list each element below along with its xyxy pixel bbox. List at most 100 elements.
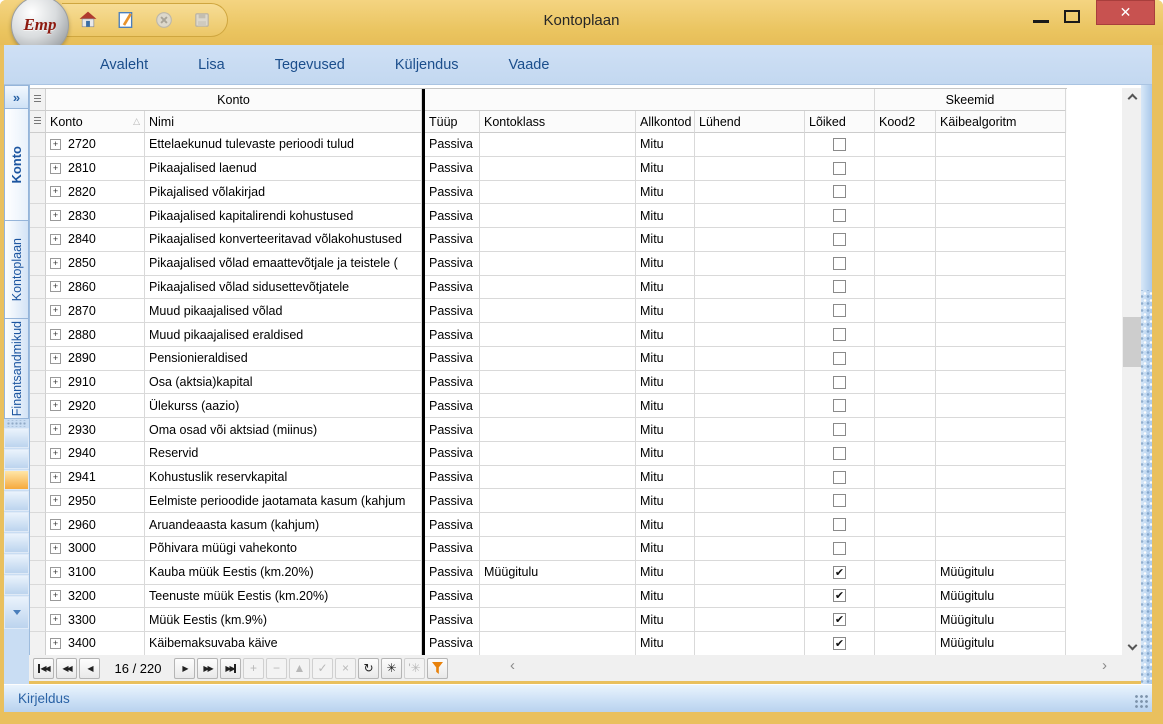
table-row[interactable]: +2910Osa (aktsia)kapitalPassivaMitu	[30, 371, 1067, 395]
expand-plus-icon[interactable]: +	[50, 448, 61, 459]
sidebar-strip[interactable]	[4, 512, 29, 532]
expand-plus-icon[interactable]: +	[50, 495, 61, 506]
menu-tab-vaade[interactable]: Vaade	[499, 53, 560, 77]
checkbox[interactable]	[833, 423, 846, 436]
expand-plus-icon[interactable]: +	[50, 258, 61, 269]
sidebar-strip[interactable]	[4, 491, 29, 511]
checkbox[interactable]: ✔	[833, 589, 846, 602]
sidebar-strip[interactable]	[4, 575, 29, 595]
checkbox[interactable]	[833, 257, 846, 270]
table-row[interactable]: +3400Käibemaksuvaba käivePassivaMitu✔Müü…	[30, 632, 1067, 656]
expand-plus-icon[interactable]: +	[50, 186, 61, 197]
sidebar-strip[interactable]	[4, 470, 29, 490]
nav-prev-page-button[interactable]: ◀◀	[56, 658, 77, 679]
scroll-down-icon[interactable]	[1122, 637, 1142, 653]
table-row[interactable]: +2880Muud pikaajalised eraldisedPassivaM…	[30, 323, 1067, 347]
nav-next-page-button[interactable]: ▶▶	[197, 658, 218, 679]
table-row[interactable]: +2810Pikaajalised laenudPassivaMitu	[30, 157, 1067, 181]
expand-plus-icon[interactable]: +	[50, 329, 61, 340]
checkbox[interactable]	[833, 304, 846, 317]
column-header-tyyp[interactable]: Tüüp	[425, 111, 480, 133]
table-row[interactable]: +2941Kohustuslik reservkapitalPassivaMit…	[30, 466, 1067, 490]
checkbox[interactable]	[833, 376, 846, 389]
sidebar-strip[interactable]	[4, 449, 29, 469]
checkbox[interactable]	[833, 518, 846, 531]
column-header-lyhend[interactable]: Lühend	[695, 111, 805, 133]
checkbox[interactable]: ✔	[833, 613, 846, 626]
sidebar-strip[interactable]	[4, 533, 29, 553]
nav-first-button[interactable]: ◀◀	[33, 658, 54, 679]
table-row[interactable]: +3100Kauba müük Eestis (km.20%)PassivaMü…	[30, 561, 1067, 585]
table-row[interactable]: +2920Ülekurss (aazio)PassivaMitu	[30, 394, 1067, 418]
expand-plus-icon[interactable]: +	[50, 163, 61, 174]
scroll-up-icon[interactable]	[1122, 90, 1142, 106]
checkbox[interactable]: ✔	[833, 637, 846, 650]
table-row[interactable]: +2960Aruandeaasta kasum (kahjum)PassivaM…	[30, 513, 1067, 537]
checkbox[interactable]	[833, 328, 846, 341]
table-row[interactable]: +2890PensionieraldisedPassivaMitu	[30, 347, 1067, 371]
checkbox[interactable]	[833, 209, 846, 222]
column-header-konto[interactable]: Konto△	[46, 111, 145, 133]
expand-plus-icon[interactable]: +	[50, 353, 61, 364]
table-row[interactable]: +2930Oma osad või aktsiad (miinus)Passiv…	[30, 418, 1067, 442]
checkbox[interactable]	[833, 471, 846, 484]
expand-plus-icon[interactable]: +	[50, 139, 61, 150]
nav-filter-all-button[interactable]: ✳	[381, 658, 402, 679]
expand-plus-icon[interactable]: +	[50, 638, 61, 649]
nav-last-button[interactable]: ▶▶	[220, 658, 241, 679]
column-chooser-icon[interactable]	[30, 111, 46, 133]
sidebar-collapse-strip[interactable]	[4, 596, 29, 629]
sidebar-tab-konto[interactable]: Konto	[4, 109, 29, 221]
checkbox[interactable]	[833, 233, 846, 246]
expand-plus-icon[interactable]: +	[50, 424, 61, 435]
sidebar-strip[interactable]	[4, 428, 29, 448]
checkbox[interactable]	[833, 542, 846, 555]
nav-filter-button[interactable]	[427, 658, 448, 679]
expand-plus-icon[interactable]: +	[50, 377, 61, 388]
table-row[interactable]: +2820Pikajalised võlakirjadPassivaMitu	[30, 181, 1067, 205]
expand-plus-icon[interactable]: +	[50, 400, 61, 411]
table-row[interactable]: +3200Teenuste müük Eestis (km.20%)Passiv…	[30, 585, 1067, 609]
checkbox[interactable]	[833, 162, 846, 175]
table-row[interactable]: +2870Muud pikaajalised võladPassivaMitu	[30, 299, 1067, 323]
expand-plus-icon[interactable]: +	[50, 472, 61, 483]
home-icon[interactable]	[78, 10, 98, 30]
menu-tab-lisa[interactable]: Lisa	[188, 53, 235, 77]
menu-tab-küljendus[interactable]: Küljendus	[385, 53, 469, 77]
table-row[interactable]: +2940ReservidPassivaMitu	[30, 442, 1067, 466]
resize-grip-icon[interactable]	[1135, 695, 1149, 709]
close-button[interactable]: ✕	[1096, 0, 1155, 25]
expand-plus-icon[interactable]: +	[50, 543, 61, 554]
table-row[interactable]: +2860Pikaajalised võlad sidusettevõtjate…	[30, 276, 1067, 300]
column-header-allkontod[interactable]: Allkontod	[636, 111, 695, 133]
menu-tab-tegevused[interactable]: Tegevused	[265, 53, 355, 77]
column-header-kaibealgoritm[interactable]: Käibealgoritm	[936, 111, 1066, 133]
sidebar-expand-button[interactable]: »	[4, 85, 29, 109]
table-row[interactable]: +2830Pikaajalised kapitalirendi kohustus…	[30, 204, 1067, 228]
expand-plus-icon[interactable]: +	[50, 281, 61, 292]
nav-refresh-button[interactable]: ↻	[358, 658, 379, 679]
checkbox[interactable]	[833, 352, 846, 365]
table-row[interactable]: +2720Ettelaekunud tulevaste perioodi tul…	[30, 133, 1067, 157]
expand-plus-icon[interactable]: +	[50, 519, 61, 530]
maximize-button[interactable]	[1062, 8, 1082, 24]
edit-icon[interactable]	[116, 10, 136, 30]
vertical-scrollbar[interactable]	[1122, 88, 1142, 655]
table-row[interactable]: +3000Põhivara müügi vahekontoPassivaMitu	[30, 537, 1067, 561]
checkbox[interactable]	[833, 494, 846, 507]
expand-plus-icon[interactable]: +	[50, 305, 61, 316]
sidebar-splitter[interactable]	[7, 420, 26, 427]
hscroll-left-icon[interactable]: ‹	[510, 657, 515, 674]
minimize-button[interactable]	[1030, 18, 1052, 24]
expand-plus-icon[interactable]: +	[50, 567, 61, 578]
hscroll-right-icon[interactable]: ›	[1102, 657, 1107, 674]
nav-next-button[interactable]: ▶	[174, 658, 195, 679]
expand-plus-icon[interactable]: +	[50, 614, 61, 625]
column-header-kood2[interactable]: Kood2	[875, 111, 936, 133]
checkbox[interactable]	[833, 399, 846, 412]
band-skeemid[interactable]: Skeemid	[875, 89, 1066, 111]
checkbox[interactable]	[833, 185, 846, 198]
column-chooser-icon[interactable]	[30, 89, 46, 111]
checkbox[interactable]: ✔	[833, 566, 846, 579]
menu-tab-avaleht[interactable]: Avaleht	[90, 53, 158, 77]
